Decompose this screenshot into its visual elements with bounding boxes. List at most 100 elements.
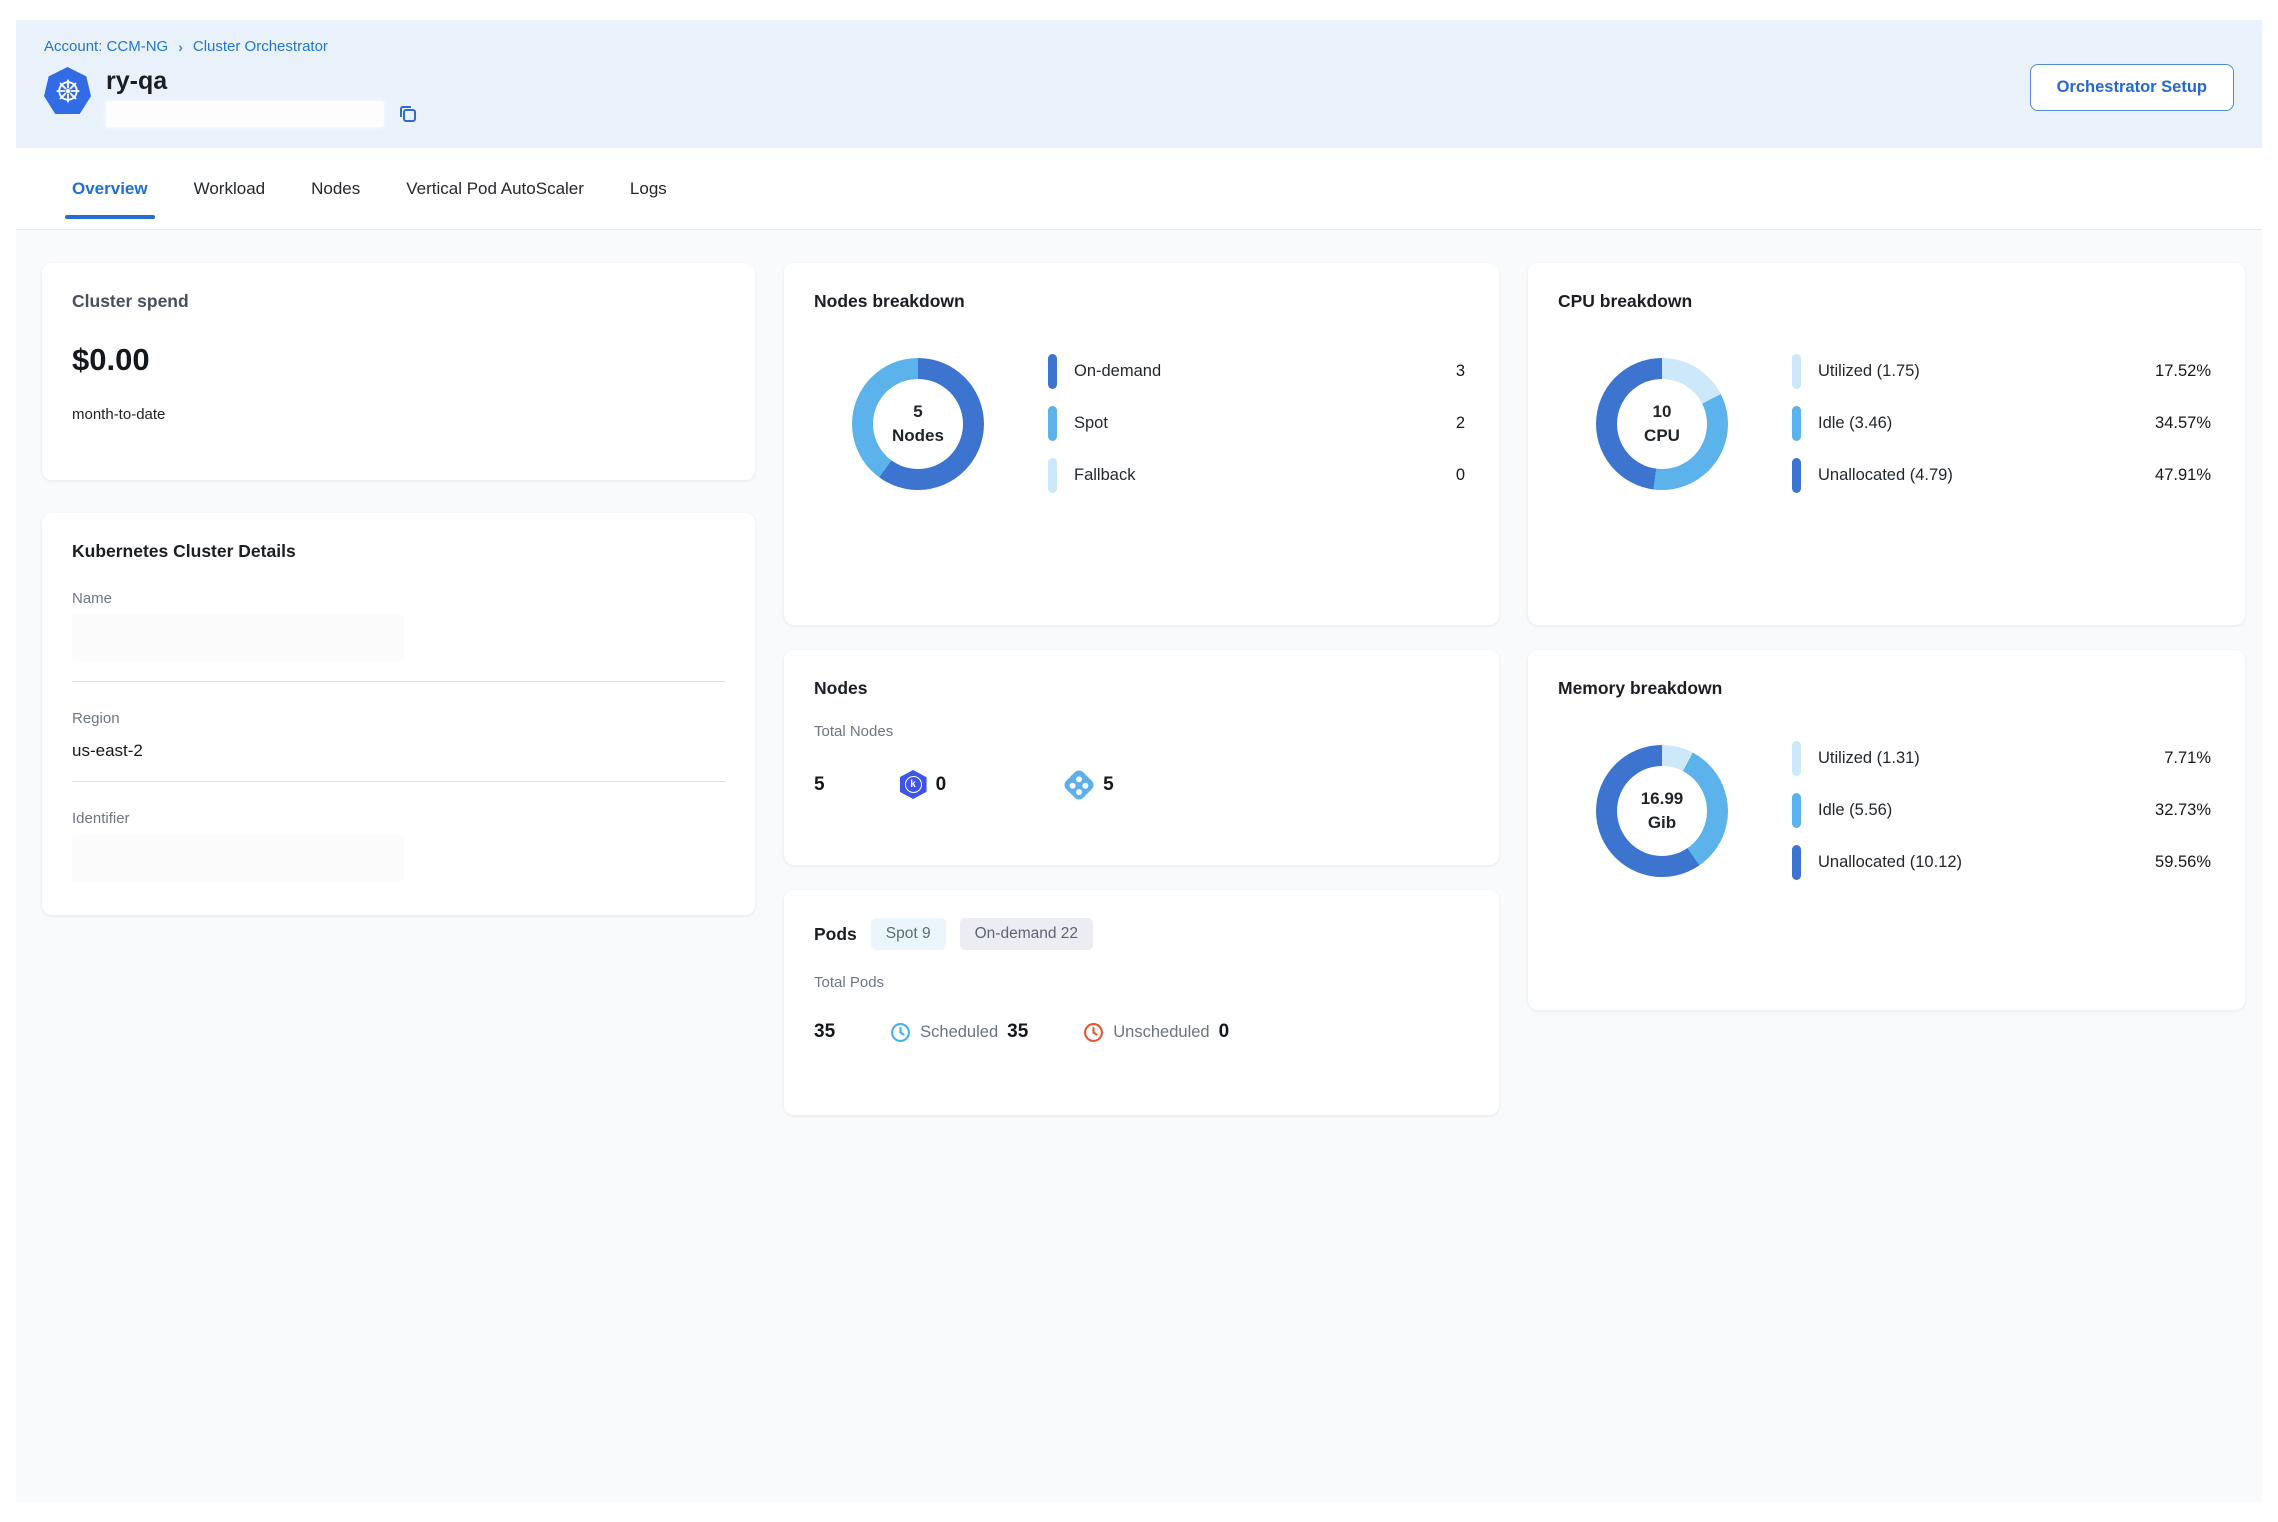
total-nodes-value: 5 [814,774,825,796]
nodes-donut-value: 5 [913,400,922,424]
cluster-id-redacted [106,101,384,127]
cluster-spend-period: month-to-date [72,406,725,423]
legend-swatch-icon [1792,793,1801,828]
cpu-donut-value: 10 [1653,400,1672,424]
legend-label: Unallocated (4.79) [1818,466,2155,485]
memory-donut-label: Gib [1648,811,1676,835]
memory-breakdown-card: Memory breakdown 16.99 Gib Utilized (1.3… [1528,650,2245,1010]
legend-label: On-demand [1074,362,1456,381]
field-value-region: us-east-2 [72,741,725,761]
copy-icon[interactable] [396,102,420,126]
field-label-name: Name [72,590,725,607]
legend-item: Spot2 [1048,406,1465,441]
unscheduled-label: Unscheduled [1113,1023,1209,1042]
cpu-breakdown-card: CPU breakdown 10 CPU Utilized (1.75)17.5… [1528,263,2245,625]
breadcrumb-separator-icon: › [178,39,183,55]
cpu-donut-chart: 10 CPU [1596,358,1728,490]
legend-item: Unallocated (10.12)59.56% [1792,845,2211,880]
scheduled-label: Scheduled [920,1023,998,1042]
cluster-details-title: Kubernetes Cluster Details [72,541,725,562]
cluster-spend-amount: $0.00 [72,342,725,378]
nodes-donut-chart: 5 Nodes [852,358,984,490]
nodes-breakdown-legend: On-demand3 Spot2 Fallback0 [1010,354,1469,493]
legend-value: 2 [1456,414,1465,433]
legend-item: Idle (5.56)32.73% [1792,793,2211,828]
total-pods-label: Total Pods [814,974,1469,991]
pods-title: Pods [814,924,857,945]
tab-vertical-pod-autoscaler[interactable]: Vertical Pod AutoScaler [406,179,584,199]
legend-value: 32.73% [2155,801,2211,820]
legend-label: Utilized (1.75) [1818,362,2155,381]
legend-label: Spot [1074,414,1456,433]
field-divider [72,781,725,782]
spot-nodes-icon [1062,768,1096,802]
cluster-spend-card: Cluster spend $0.00 month-to-date [42,263,755,480]
total-nodes-label: Total Nodes [814,723,1469,740]
pods-card: Pods Spot 9 On-demand 22 Total Pods 35 S… [784,890,1499,1115]
breadcrumb-page-link[interactable]: Cluster Orchestrator [193,38,328,55]
legend-item: Utilized (1.75)17.52% [1792,354,2211,389]
tab-overview[interactable]: Overview [72,179,148,199]
nodes-summary-card: Nodes Total Nodes 5 k 0 5 [784,650,1499,865]
on-demand-pods-badge: On-demand 22 [960,918,1093,950]
memory-breakdown-title: Memory breakdown [1558,678,2215,699]
cpu-breakdown-legend: Utilized (1.75)17.52% Idle (3.46)34.57% Un… [1754,354,2215,493]
kubernetes-icon [44,67,91,114]
legend-item: Fallback0 [1048,458,1465,493]
legend-label: Fallback [1074,466,1456,485]
legend-label: Utilized (1.31) [1818,749,2164,768]
legend-value: 0 [1456,466,1465,485]
field-divider [72,681,725,682]
legend-value: 34.57% [2155,414,2211,433]
karpenter-icon: k [900,770,927,799]
tab-logs[interactable]: Logs [630,179,667,199]
tab-nodes[interactable]: Nodes [311,179,360,199]
scheduled-clock-icon [890,1022,911,1043]
legend-item: Idle (3.46)34.57% [1792,406,2211,441]
memory-breakdown-legend: Utilized (1.31)7.71% Idle (5.56)32.73% Una… [1754,741,2215,880]
spot-pods-badge: Spot 9 [871,918,946,950]
field-value-name-redacted [72,615,404,661]
memory-donut-chart: 16.99 Gib [1596,745,1728,877]
legend-item: Unallocated (4.79)47.91% [1792,458,2211,493]
legend-swatch-icon [1792,845,1801,880]
nodes-donut-label: Nodes [892,424,944,448]
breadcrumb-account-link[interactable]: Account: CCM-NG [44,38,168,55]
legend-swatch-icon [1792,741,1801,776]
cluster-details-card: Kubernetes Cluster Details Name Region u… [42,513,755,915]
page-header: Account: CCM-NG › Cluster Orchestrator [16,20,2262,148]
legend-swatch-icon [1048,406,1057,441]
legend-value: 47.91% [2155,466,2211,485]
legend-swatch-icon [1792,406,1801,441]
nodes-breakdown-title: Nodes breakdown [814,291,1469,312]
field-label-region: Region [72,710,725,727]
legend-swatch-icon [1048,458,1057,493]
nodes-summary-title: Nodes [814,678,1469,699]
orchestrator-setup-button[interactable]: Orchestrator Setup [2030,64,2234,111]
legend-item: Utilized (1.31)7.71% [1792,741,2211,776]
legend-swatch-icon [1792,354,1801,389]
unscheduled-clock-icon [1083,1022,1104,1043]
scheduled-value: 35 [1007,1021,1028,1043]
legend-label: Unallocated (10.12) [1818,853,2155,872]
karpenter-nodes-value: 0 [936,774,947,796]
breadcrumb: Account: CCM-NG › Cluster Orchestrator [44,38,2234,55]
legend-value: 7.71% [2164,749,2211,768]
spot-nodes-value: 5 [1103,774,1114,796]
legend-label: Idle (5.56) [1818,801,2155,820]
cpu-donut-label: CPU [1644,424,1680,448]
tab-workload[interactable]: Workload [194,179,266,199]
legend-item: On-demand3 [1048,354,1465,389]
legend-swatch-icon [1048,354,1057,389]
legend-value: 3 [1456,362,1465,381]
page-title: ry-qa [106,67,420,95]
tab-bar: Overview Workload Nodes Vertical Pod Aut… [16,148,2262,230]
legend-value: 59.56% [2155,853,2211,872]
legend-label: Idle (3.46) [1818,414,2155,433]
overview-content: Cluster spend $0.00 month-to-date Kubern… [16,230,2262,1502]
cpu-breakdown-title: CPU breakdown [1558,291,2215,312]
legend-swatch-icon [1792,458,1801,493]
memory-donut-value: 16.99 [1641,787,1684,811]
cluster-spend-title: Cluster spend [72,291,725,312]
title-row: ry-qa [44,67,2234,127]
